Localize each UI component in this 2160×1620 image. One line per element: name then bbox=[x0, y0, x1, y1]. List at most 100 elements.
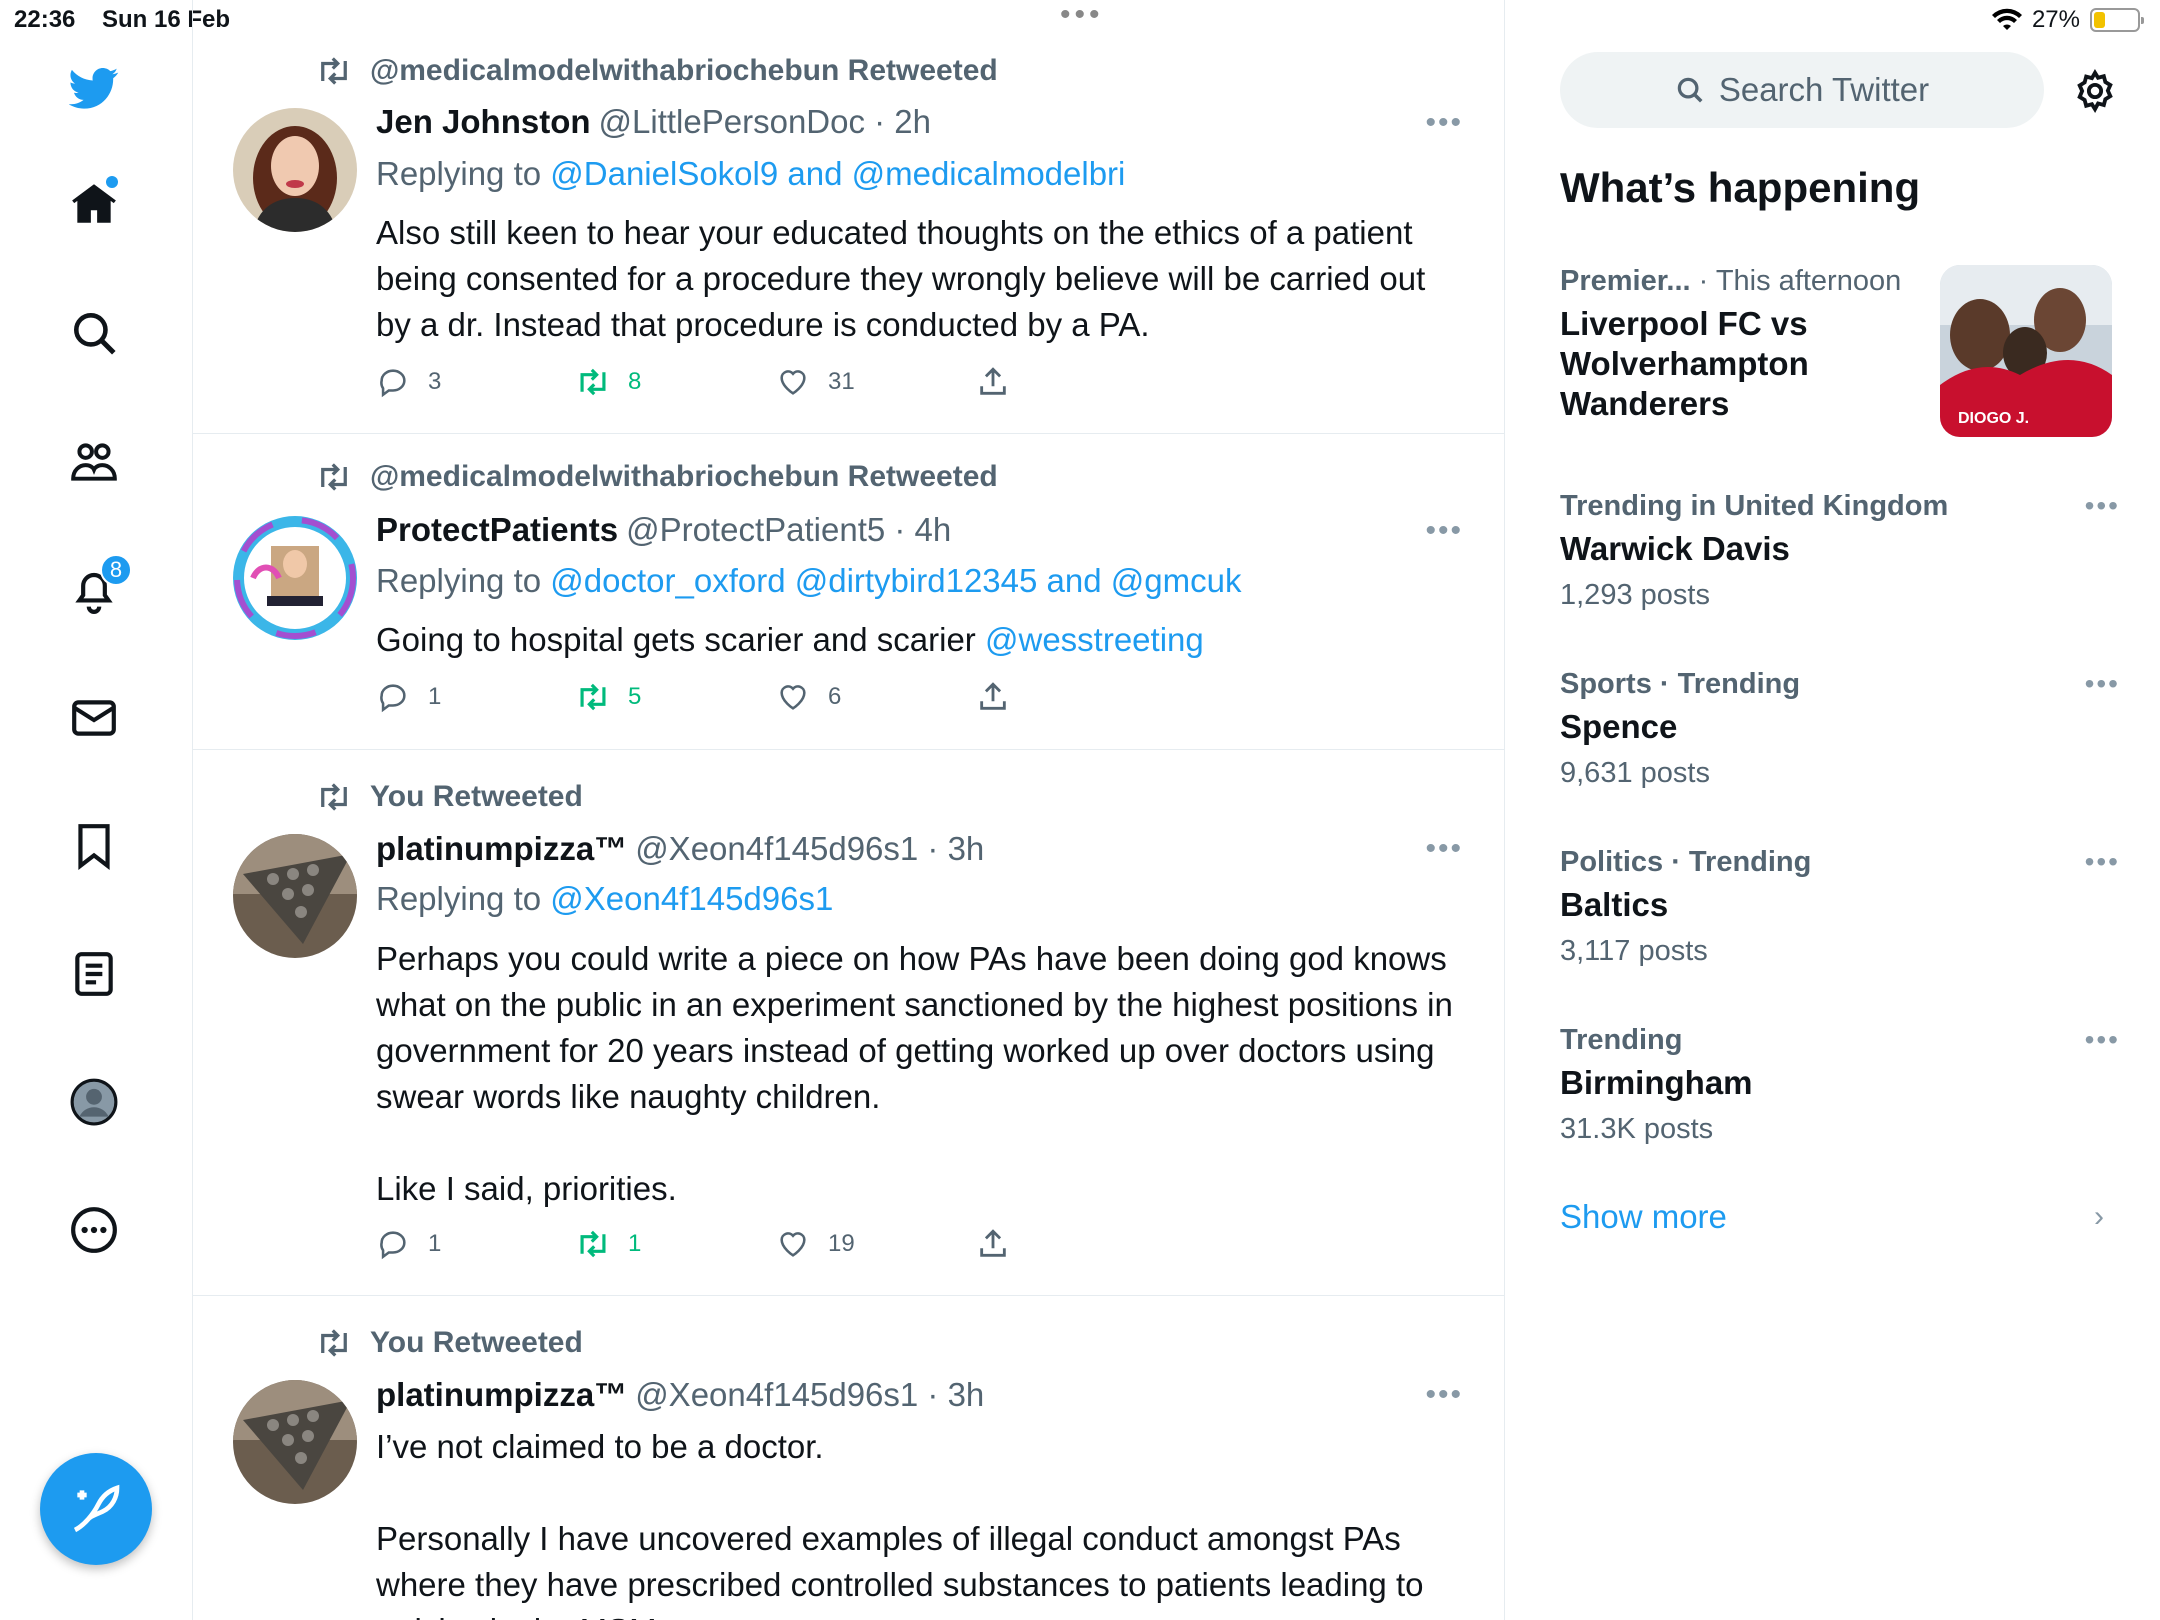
retweet-button[interactable]: 1 bbox=[576, 1227, 641, 1261]
reply-mentions[interactable]: @DanielSokol9 and @medicalmodelbri bbox=[550, 155, 1125, 192]
search-input[interactable]: Search Twitter bbox=[1560, 52, 2044, 128]
trend-more-icon[interactable]: ••• bbox=[2085, 846, 2120, 878]
tweet-header: Jen Johnston @LittlePersonDoc · 2h bbox=[376, 103, 931, 141]
tweet[interactable]: @medicalmodelwithabriochebun Retweeted J… bbox=[193, 0, 1504, 434]
reply-mentions[interactable]: @Xeon4f145d96s1 bbox=[550, 880, 833, 917]
trend-title: Warwick Davis bbox=[1560, 530, 1790, 567]
retweet-small-icon bbox=[321, 57, 347, 85]
trend-item[interactable]: Premier... · This afternoon Liverpool FC… bbox=[1560, 265, 1930, 424]
retweet-context: You Retweeted bbox=[316, 780, 583, 814]
author-handle[interactable]: @Xeon4f145d96s1 · 3h bbox=[635, 1376, 984, 1413]
retweet-icon bbox=[580, 368, 606, 396]
search-placeholder: Search Twitter bbox=[1718, 71, 1930, 108]
lists-icon[interactable] bbox=[66, 946, 122, 1002]
retweet-button[interactable]: 5 bbox=[576, 680, 641, 714]
trend-count: 1,293 posts bbox=[1560, 579, 1710, 611]
avatar[interactable] bbox=[233, 1380, 357, 1504]
tweet-text: Perhaps you could write a piece on how P… bbox=[376, 936, 1456, 1212]
left-navigation: 8 bbox=[0, 0, 193, 1620]
trend-meta: Trending bbox=[1560, 1024, 1683, 1056]
tweet-text: I’ve not claimed to be a doctor. Persona… bbox=[376, 1424, 1456, 1620]
avatar[interactable] bbox=[233, 834, 357, 958]
retweet-small-icon bbox=[321, 463, 347, 491]
compose-tweet-button[interactable] bbox=[40, 1453, 152, 1565]
reply-button[interactable]: 1 bbox=[376, 1227, 441, 1261]
author-name[interactable]: ProtectPatients bbox=[376, 511, 618, 548]
author-name[interactable]: platinumpizza™ bbox=[376, 1376, 627, 1413]
tweet-header: ProtectPatients @ProtectPatient5 · 4h bbox=[376, 511, 951, 549]
home-icon[interactable] bbox=[66, 176, 122, 232]
trend-more-icon[interactable]: ••• bbox=[2085, 490, 2120, 522]
retweet-count: 5 bbox=[628, 683, 642, 710]
trend-image-text: DIOGO J. bbox=[1958, 410, 2029, 427]
share-button[interactable] bbox=[976, 680, 1010, 714]
tweet[interactable]: @medicalmodelwithabriochebun Retweeted P… bbox=[193, 434, 1504, 750]
whats-happening-heading: What’s happening bbox=[1560, 164, 1921, 211]
share-button[interactable] bbox=[976, 1227, 1010, 1261]
settings-gear-icon[interactable] bbox=[2072, 68, 2118, 114]
retweet-count: 8 bbox=[628, 368, 642, 395]
like-button[interactable]: 19 bbox=[776, 1227, 855, 1261]
trend-more-icon[interactable]: ••• bbox=[2085, 668, 2120, 700]
author-name[interactable]: Jen Johnston bbox=[376, 103, 591, 140]
trend-item[interactable]: Trending Birmingham 31.3K posts ••• bbox=[1560, 1024, 2120, 1146]
reply-button[interactable]: 3 bbox=[376, 365, 441, 399]
retweet-context-text: @medicalmodelwithabriochebun Retweeted bbox=[370, 460, 998, 493]
messages-icon[interactable] bbox=[66, 690, 122, 746]
like-button[interactable]: 6 bbox=[776, 680, 841, 714]
chevron-right-icon: › bbox=[2094, 1200, 2104, 1233]
timeline[interactable]: @medicalmodelwithabriochebun Retweeted J… bbox=[193, 0, 1505, 1620]
trend-more-icon[interactable]: ••• bbox=[2085, 1024, 2120, 1056]
retweet-context-text: You Retweeted bbox=[370, 780, 583, 813]
trend-item[interactable]: Sports · Trending Spence 9,631 posts ••• bbox=[1560, 668, 2120, 790]
communities-icon[interactable] bbox=[66, 434, 122, 490]
author-handle[interactable]: @LittlePersonDoc · 2h bbox=[599, 103, 931, 140]
home-new-dot bbox=[106, 176, 118, 188]
notifications-icon[interactable]: 8 bbox=[66, 554, 132, 618]
show-more-link[interactable]: Show more bbox=[1560, 1198, 1727, 1236]
reply-count: 1 bbox=[428, 683, 442, 710]
tweet-more-icon[interactable]: ••• bbox=[1425, 1378, 1463, 1412]
replying-to: Replying to @doctor_oxford @dirtybird123… bbox=[376, 562, 1241, 600]
tweet-more-icon[interactable]: ••• bbox=[1425, 832, 1463, 866]
search-icon[interactable] bbox=[66, 305, 122, 361]
trend-meta: Trending in United Kingdom bbox=[1560, 490, 1949, 522]
trend-count: 9,631 posts bbox=[1560, 757, 1710, 789]
avatar[interactable] bbox=[233, 108, 357, 232]
author-handle[interactable]: @Xeon4f145d96s1 · 3h bbox=[635, 830, 984, 867]
retweet-button[interactable]: 8 bbox=[576, 365, 641, 399]
trend-meta: Premier... · This afternoon bbox=[1560, 265, 1930, 298]
author-name[interactable]: platinumpizza™ bbox=[376, 830, 627, 867]
like-button[interactable]: 31 bbox=[776, 365, 855, 399]
tweet-mention-link[interactable]: @wesstreeting bbox=[985, 621, 1204, 658]
right-sidebar: Search Twitter What’s happening Premier.… bbox=[1506, 0, 2160, 1620]
compose-feather-icon bbox=[73, 1484, 120, 1533]
avatar[interactable] bbox=[233, 516, 357, 640]
reply-button[interactable]: 1 bbox=[376, 680, 441, 714]
tweet-paragraph: Going to hospital gets scarier and scari… bbox=[376, 621, 985, 658]
reply-icon bbox=[380, 1231, 406, 1260]
tweet-actions: 1 1 19 bbox=[376, 1227, 1016, 1267]
reply-mentions[interactable]: @doctor_oxford @dirtybird12345 and @gmcu… bbox=[550, 562, 1241, 599]
tweet[interactable]: You Retweeted platinumpizza™ @Xeon4f145d9… bbox=[193, 1296, 1504, 1620]
trend-meta: Politics · Trending bbox=[1560, 846, 1812, 878]
author-handle[interactable]: @ProtectPatient5 · 4h bbox=[626, 511, 951, 548]
trend-item[interactable]: Politics · Trending Baltics 3,117 posts … bbox=[1560, 846, 2120, 968]
more-icon[interactable] bbox=[66, 1202, 122, 1258]
tweet[interactable]: You Retweeted platinumpizza™ @Xeon4f145d9… bbox=[193, 750, 1504, 1296]
tweet-actions: 3 8 31 bbox=[376, 365, 1016, 405]
reply-icon bbox=[380, 684, 406, 713]
trend-time: · This afternoon bbox=[1690, 265, 1902, 297]
trend-title: Spence bbox=[1560, 708, 1678, 745]
twitter-bird-icon[interactable] bbox=[66, 60, 122, 116]
share-button[interactable] bbox=[976, 365, 1010, 399]
tweet-header: platinumpizza™ @Xeon4f145d96s1 · 3h bbox=[376, 1376, 984, 1414]
tweet-more-icon[interactable]: ••• bbox=[1425, 514, 1463, 548]
trend-item[interactable]: Trending in United Kingdom Warwick Davis… bbox=[1560, 490, 2120, 612]
profile-icon[interactable] bbox=[66, 1074, 122, 1130]
tweet-more-icon[interactable]: ••• bbox=[1425, 106, 1463, 140]
bookmarks-icon[interactable] bbox=[66, 818, 122, 874]
trend-image[interactable]: DIOGO J. bbox=[1940, 265, 2112, 437]
retweet-small-icon bbox=[321, 1329, 347, 1357]
share-icon bbox=[980, 367, 1006, 395]
